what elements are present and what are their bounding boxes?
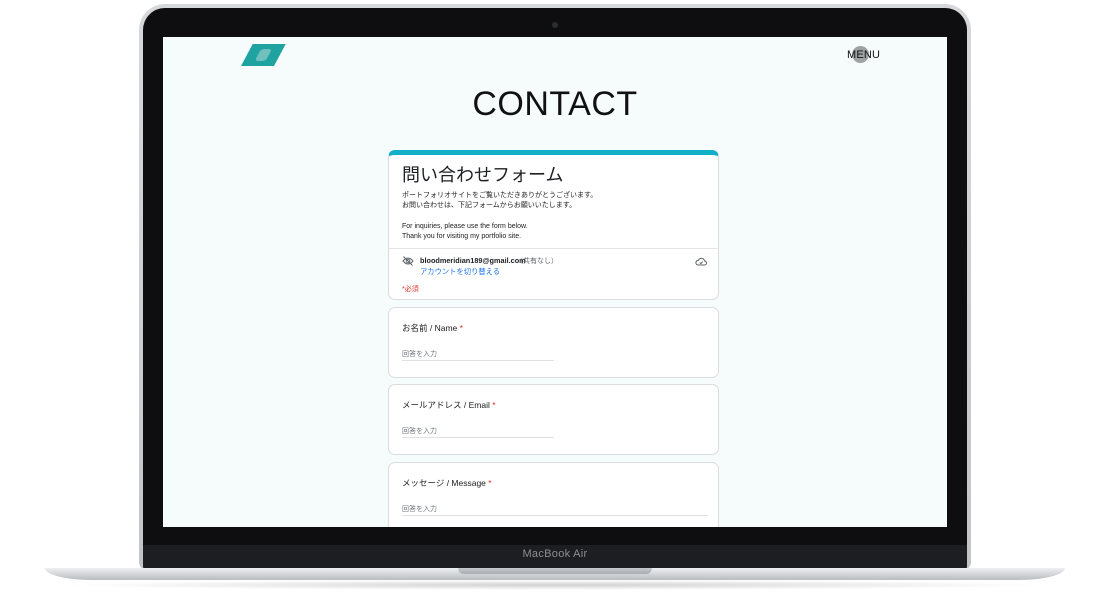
question-label-text: お名前 / Name <box>402 323 458 333</box>
screen: MENU CONTACT 問い合わせフォーム ポートフォリオサイトをご覧いただき… <box>163 37 947 527</box>
site-logo[interactable] <box>241 44 286 66</box>
eye-off-icon <box>402 256 414 266</box>
question-label: メールアドレス / Email * <box>402 399 496 411</box>
camera-icon <box>552 22 558 28</box>
question-card-name: お名前 / Name * <box>388 307 719 378</box>
form-description-jp-1: ポートフォリオサイトをご覧いただきありがとうございます。 <box>402 192 598 199</box>
question-label: メッセージ / Message * <box>402 477 492 489</box>
question-card-message: メッセージ / Message * <box>388 462 719 527</box>
cloud-icon <box>695 257 707 266</box>
form-header-card: 問い合わせフォーム ポートフォリオサイトをご覧いただきありがとうございます。 お… <box>388 150 719 300</box>
email-input[interactable] <box>402 425 554 438</box>
name-input[interactable] <box>402 348 554 361</box>
form-description-en-1: For inquiries, please use the form below… <box>402 223 528 230</box>
question-label-text: メールアドレス / Email <box>402 400 490 410</box>
divider <box>389 248 718 249</box>
required-mark: * <box>492 400 496 410</box>
logo-mark <box>254 49 273 61</box>
question-label: お名前 / Name * <box>402 322 463 334</box>
device-model-label: MacBook Air <box>522 548 588 560</box>
question-card-email: メールアドレス / Email * <box>388 384 719 455</box>
form-description-jp-2: お問い合わせは、下記フォームからお願いいたします。 <box>402 202 577 209</box>
laptop-shadow <box>60 580 1050 590</box>
page-title: CONTACT <box>472 85 638 123</box>
question-label-text: メッセージ / Message <box>402 478 486 488</box>
required-mark: * <box>459 323 463 333</box>
form-title: 問い合わせフォーム <box>402 165 564 185</box>
required-mark: * <box>488 478 492 488</box>
message-input[interactable] <box>402 503 708 516</box>
menu-button[interactable]: MENU <box>847 49 880 61</box>
required-note: *必須 <box>402 286 419 293</box>
shared-status: （共有なし） <box>516 258 558 265</box>
account-email: bloodmeridian189@gmail.com <box>420 256 526 265</box>
laptop-hinge-notch <box>458 568 652 574</box>
switch-account-link[interactable]: アカウントを切り替える <box>420 267 500 277</box>
form-description-en-2: Thank you for visiting my portfolio site… <box>402 233 522 240</box>
